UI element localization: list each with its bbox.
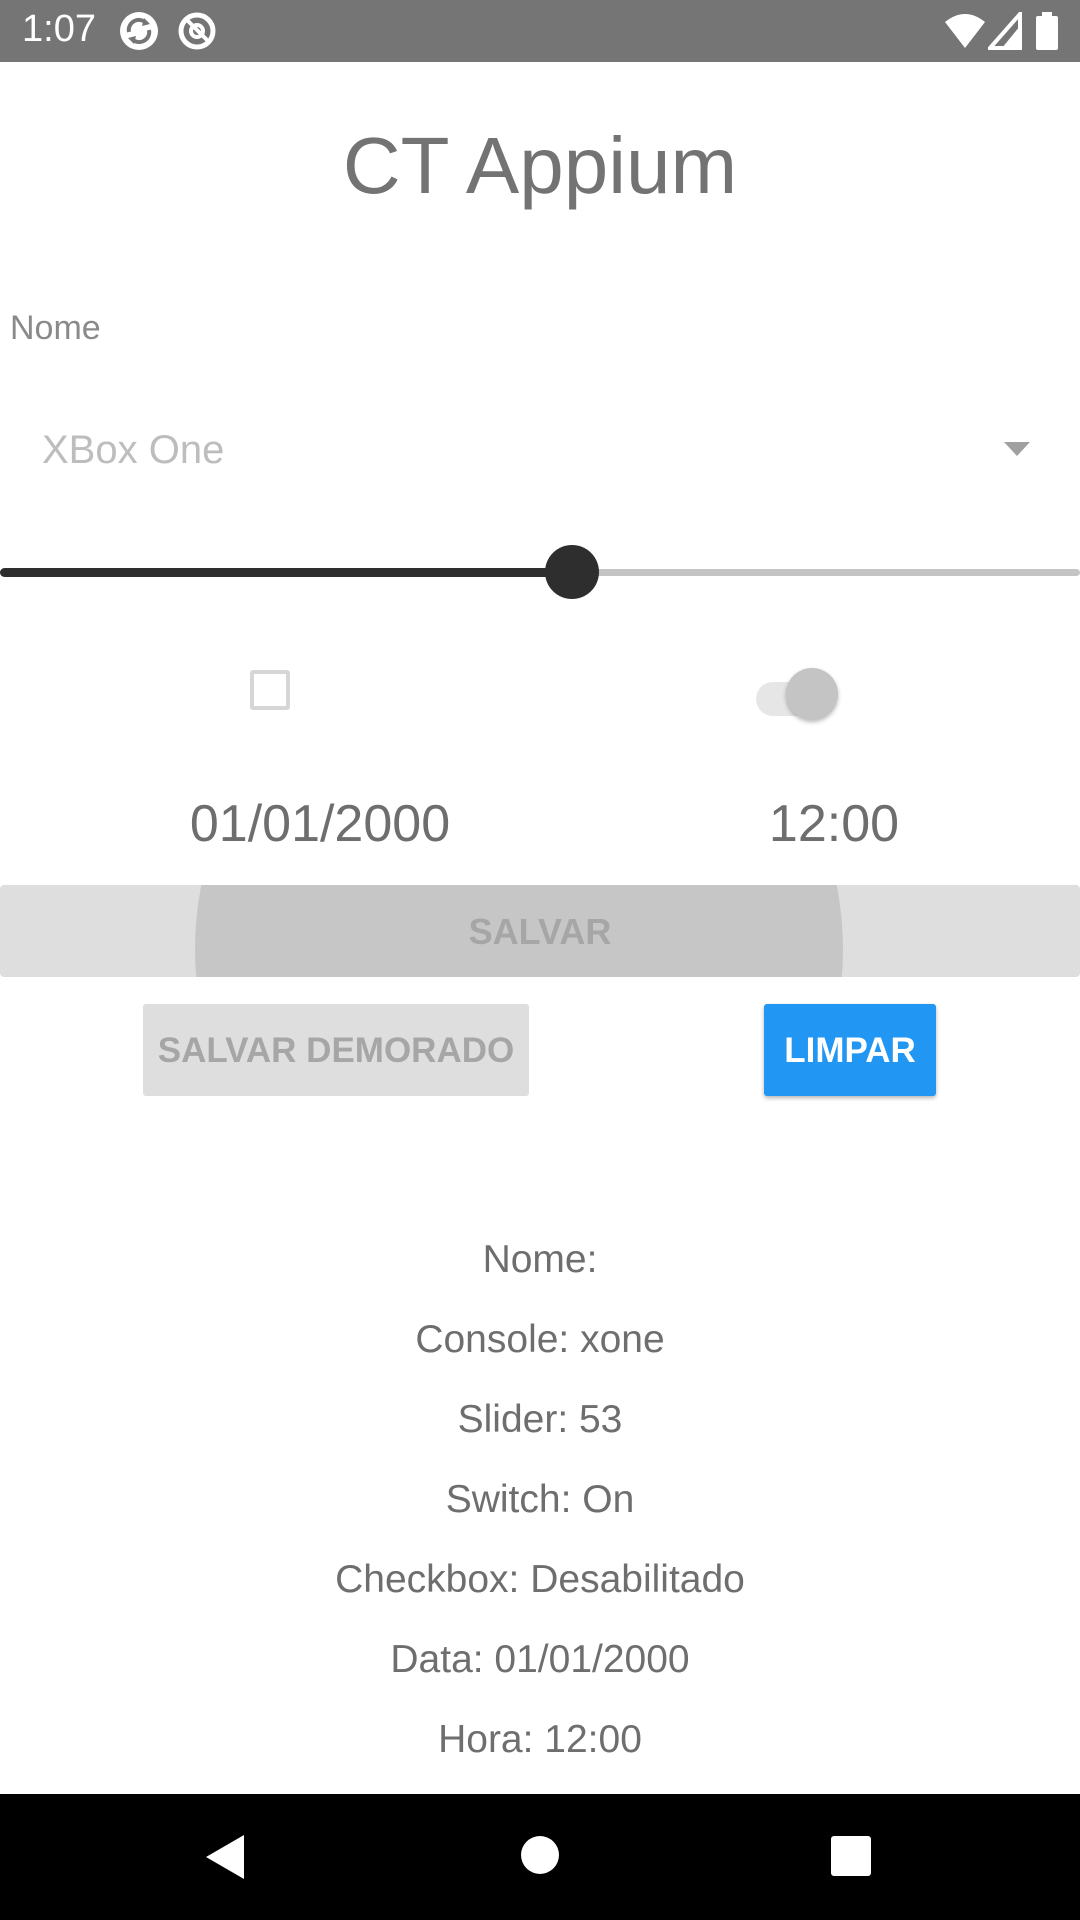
switch-thumb bbox=[786, 668, 838, 720]
time-picker-text[interactable]: 12:00 bbox=[684, 794, 984, 854]
result-switch: Switch: On bbox=[445, 1478, 635, 1521]
wifi-icon bbox=[944, 12, 986, 55]
checkbox[interactable] bbox=[250, 670, 290, 710]
results-list: Nome: Console: xone Slider: 53 Switch: O… bbox=[0, 1232, 1080, 1792]
save-delayed-button-label: SALVAR DEMORADO bbox=[157, 1031, 515, 1070]
battery-icon bbox=[1036, 12, 1058, 55]
save-delayed-button[interactable]: SALVAR DEMORADO bbox=[143, 1004, 529, 1096]
slider-track-fill bbox=[0, 568, 572, 577]
home-icon[interactable] bbox=[521, 1836, 559, 1874]
toggle-switch[interactable] bbox=[752, 664, 842, 724]
result-date: Data: 01/01/2000 bbox=[390, 1638, 690, 1681]
at-sign-icon bbox=[176, 10, 218, 52]
date-picker-text[interactable]: 01/01/2000 bbox=[120, 794, 520, 854]
console-select[interactable]: XBox One bbox=[0, 410, 1080, 494]
page-title: CT Appium bbox=[342, 121, 738, 210]
chevron-down-icon bbox=[1004, 442, 1030, 456]
save-button[interactable]: SALVAR bbox=[0, 885, 1080, 977]
back-icon[interactable] bbox=[206, 1835, 244, 1879]
result-slider: Slider: 53 bbox=[457, 1398, 623, 1441]
name-input[interactable] bbox=[10, 306, 1070, 350]
signal-icon bbox=[985, 8, 1022, 55]
result-name: Nome: bbox=[482, 1238, 598, 1281]
slider[interactable] bbox=[0, 545, 1080, 599]
save-button-label: SALVAR bbox=[468, 911, 612, 952]
app-screen: 1:07 CT Appium Nome XBox One 01/01/2000 … bbox=[0, 0, 1080, 1920]
result-checkbox: Checkbox: Desabilitado bbox=[335, 1558, 745, 1601]
status-bar: 1:07 bbox=[0, 0, 1080, 62]
recents-icon[interactable] bbox=[831, 1836, 871, 1876]
navigation-bar bbox=[0, 1794, 1080, 1920]
result-console: Console: xone bbox=[415, 1318, 665, 1361]
clear-button-label: LIMPAR bbox=[784, 1031, 916, 1070]
slider-thumb[interactable] bbox=[545, 545, 599, 599]
status-time: 1:07 bbox=[22, 8, 96, 50]
console-select-value: XBox One bbox=[42, 428, 225, 472]
result-time: Hora: 12:00 bbox=[438, 1718, 642, 1761]
sync-icon bbox=[118, 10, 160, 52]
clear-button[interactable]: LIMPAR bbox=[764, 1004, 936, 1096]
